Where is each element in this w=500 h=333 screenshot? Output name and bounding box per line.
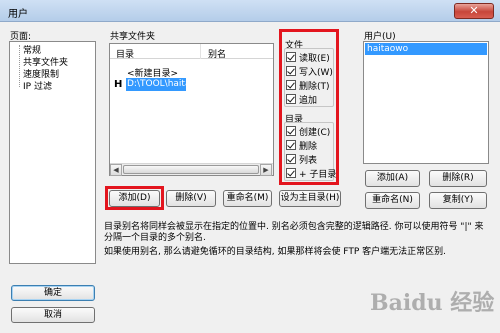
checkbox-dir-delete[interactable]: 删除 bbox=[286, 138, 336, 152]
watermark-logo: Baidu 经验 bbox=[370, 290, 495, 316]
close-icon: ✕ bbox=[469, 4, 479, 17]
checkbox-file-delete[interactable]: 删除(T) bbox=[286, 78, 333, 92]
help-text-alias: 目录别名将同样会被显示在指定的位置中. 别名必须包含完整的逻辑路径. 你可以使用… bbox=[104, 222, 484, 243]
window-title: 用户 bbox=[8, 9, 28, 20]
file-permissions-list: 读取(E) 写入(W) 删除(T) 追加 bbox=[286, 50, 333, 106]
rename-folder-button[interactable]: 重命名(M) bbox=[223, 190, 272, 207]
col-header-alias[interactable]: 别名 bbox=[208, 47, 226, 60]
help-text-recursion: 如果使用别名, 那么请避免循环的目录结构, 如果那样将会使 FTP 客户端无法正… bbox=[104, 247, 446, 257]
rename-user-button[interactable]: 重命名(N) bbox=[365, 192, 420, 209]
close-button[interactable]: ✕ bbox=[454, 3, 494, 19]
shared-folders-list: 目录 别名 <新建目录> H D:\TOOL\haitao ◀ ▶ bbox=[109, 43, 274, 176]
checkbox-checked-icon[interactable] bbox=[286, 168, 296, 178]
list-header: 目录 别名 bbox=[110, 44, 273, 60]
checkbox-checked-icon[interactable] bbox=[286, 66, 296, 76]
column-divider bbox=[200, 44, 201, 59]
checkbox-file-read[interactable]: 读取(E) bbox=[286, 50, 333, 64]
horizontal-scrollbar[interactable]: ◀ ▶ bbox=[110, 163, 273, 176]
checkbox-dir-create[interactable]: 创建(C) bbox=[286, 124, 336, 138]
checkbox-checked-icon[interactable] bbox=[286, 140, 296, 150]
dir-permissions-list: 创建(C) 删除 列表 + 子目录 bbox=[286, 124, 336, 180]
users-list: haitaowo bbox=[363, 41, 489, 164]
page-tree: 常规 共享文件夹 速度限制 IP 过滤 bbox=[9, 41, 96, 264]
home-directory-marker: H bbox=[114, 79, 123, 90]
checkbox-checked-icon[interactable] bbox=[286, 94, 296, 104]
scroll-right-icon[interactable]: ▶ bbox=[260, 164, 272, 176]
checkbox-file-write[interactable]: 写入(W) bbox=[286, 64, 333, 78]
ok-button[interactable]: 确定 bbox=[11, 285, 95, 301]
checkbox-checked-icon[interactable] bbox=[286, 52, 296, 62]
tree-line bbox=[19, 45, 20, 87]
checkbox-dir-subdirs[interactable]: + 子目录 bbox=[286, 166, 336, 180]
user-list-item-selected[interactable]: haitaowo bbox=[365, 43, 487, 55]
delete-folder-button[interactable]: 删除(V) bbox=[166, 190, 216, 207]
title-bar: 用户 ✕ bbox=[0, 0, 500, 22]
col-header-directory[interactable]: 目录 bbox=[116, 47, 134, 60]
shared-folders-label: 共享文件夹 bbox=[110, 32, 156, 42]
set-home-dir-button[interactable]: 设为主目录(H) bbox=[279, 190, 341, 207]
checkbox-checked-icon[interactable] bbox=[286, 126, 296, 136]
scroll-left-icon[interactable]: ◀ bbox=[110, 164, 122, 176]
checkbox-dir-list[interactable]: 列表 bbox=[286, 152, 336, 166]
checkbox-checked-icon[interactable] bbox=[286, 154, 296, 164]
checkbox-checked-icon[interactable] bbox=[286, 80, 296, 90]
selected-directory-row[interactable]: D:\TOOL\haitao bbox=[126, 78, 196, 91]
add-user-button[interactable]: 添加(A) bbox=[365, 170, 420, 187]
tree-item-ip-filter[interactable]: IP 过滤 bbox=[23, 79, 52, 92]
add-folder-button[interactable]: 添加(D) bbox=[109, 190, 160, 207]
cancel-button[interactable]: 取消 bbox=[11, 307, 95, 323]
copy-user-button[interactable]: 复制(Y) bbox=[429, 192, 487, 209]
checkbox-file-append[interactable]: 追加 bbox=[286, 92, 333, 106]
scroll-thumb[interactable] bbox=[123, 165, 259, 174]
delete-user-button[interactable]: 删除(R) bbox=[429, 170, 487, 187]
